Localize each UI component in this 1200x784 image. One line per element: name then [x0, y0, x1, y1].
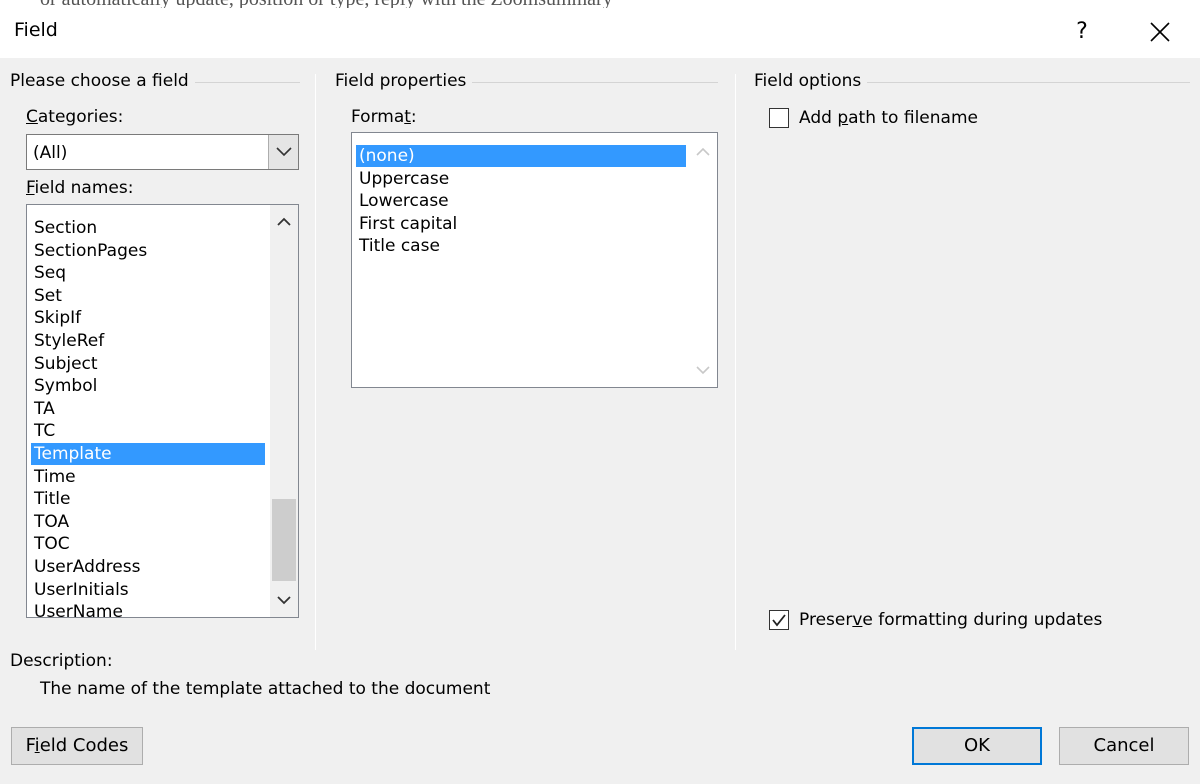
- field-name-item[interactable]: Symbol: [31, 375, 265, 397]
- field-name-item[interactable]: SkipIf: [31, 307, 265, 329]
- field-names-scrollbar[interactable]: [270, 205, 298, 617]
- field-names-listbox[interactable]: Section SectionPages Seq Set SkipIf StyleRef S…: [26, 204, 299, 618]
- format-item[interactable]: Title case: [356, 235, 686, 257]
- section-title-field-options: Field options: [754, 71, 868, 91]
- close-icon: [1150, 22, 1170, 42]
- ok-button[interactable]: OK: [912, 727, 1042, 765]
- field-name-item[interactable]: Subject: [31, 353, 265, 375]
- help-button[interactable]: ?: [1062, 12, 1102, 52]
- field-name-item[interactable]: UserName: [31, 601, 265, 617]
- field-name-item[interactable]: Time: [31, 466, 265, 488]
- description-label: Description:: [10, 651, 113, 671]
- field-name-item[interactable]: SectionPages: [31, 240, 265, 262]
- background-document-text: or automatically update, position or typ…: [40, 0, 613, 8]
- title-bar: Field ?: [0, 8, 1200, 58]
- field-name-item[interactable]: TOC: [31, 533, 265, 555]
- section-title-choose-field: Please choose a field: [10, 71, 195, 91]
- format-item-selected[interactable]: (none): [356, 145, 686, 167]
- field-name-item[interactable]: Set: [31, 285, 265, 307]
- field-name-item[interactable]: UserInitials: [31, 579, 265, 601]
- field-name-item[interactable]: TA: [31, 398, 265, 420]
- field-names-label: Field names:: [26, 178, 134, 198]
- categories-dropdown-button[interactable]: [268, 135, 298, 169]
- cancel-button[interactable]: Cancel: [1059, 727, 1189, 765]
- add-path-label[interactable]: Add path to filename: [799, 108, 978, 128]
- field-name-item[interactable]: Title: [31, 488, 265, 510]
- description-text: The name of the template attached to the…: [40, 679, 491, 699]
- scroll-down-icon[interactable]: [696, 365, 710, 375]
- document-background: or automatically update, position or typ…: [0, 0, 1200, 8]
- add-path-checkbox[interactable]: [769, 108, 789, 128]
- format-scrollbar[interactable]: [689, 133, 717, 387]
- dialog-title: Field: [14, 19, 58, 41]
- checkmark-icon: [772, 614, 786, 627]
- scroll-down-icon[interactable]: [277, 595, 291, 605]
- field-name-item[interactable]: StyleRef: [31, 330, 265, 352]
- field-name-item-selected[interactable]: Template: [31, 443, 265, 465]
- format-item[interactable]: Lowercase: [356, 190, 686, 212]
- field-name-item[interactable]: Section: [31, 217, 265, 239]
- categories-value: (All): [33, 143, 68, 163]
- format-listbox[interactable]: (none) Uppercase Lowercase First capital Tit…: [351, 132, 718, 388]
- close-button[interactable]: [1138, 12, 1182, 52]
- field-name-item[interactable]: TC: [31, 420, 265, 442]
- preserve-formatting-label[interactable]: Preserve formatting during updates: [799, 610, 1102, 630]
- separator-right: [735, 74, 736, 650]
- field-names-scroll-thumb[interactable]: [272, 499, 296, 581]
- preserve-formatting-checkbox[interactable]: [769, 610, 789, 630]
- chevron-down-icon: [276, 147, 292, 157]
- section-title-field-properties: Field properties: [335, 71, 473, 91]
- field-name-item[interactable]: TOA: [31, 511, 265, 533]
- categories-combobox[interactable]: (All): [26, 134, 299, 170]
- scroll-up-icon[interactable]: [277, 217, 291, 227]
- field-name-item[interactable]: UserAddress: [31, 556, 265, 578]
- format-item[interactable]: Uppercase: [356, 168, 686, 190]
- field-codes-button[interactable]: Field Codes: [11, 727, 143, 765]
- categories-label: Categories:: [26, 107, 124, 127]
- format-item[interactable]: First capital: [356, 213, 686, 235]
- field-name-item[interactable]: Seq: [31, 262, 265, 284]
- scroll-up-icon[interactable]: [696, 147, 710, 157]
- separator-left: [315, 74, 316, 650]
- field-dialog: Field ? Please choose a field Categories…: [0, 8, 1200, 784]
- format-label: Format:: [351, 107, 417, 127]
